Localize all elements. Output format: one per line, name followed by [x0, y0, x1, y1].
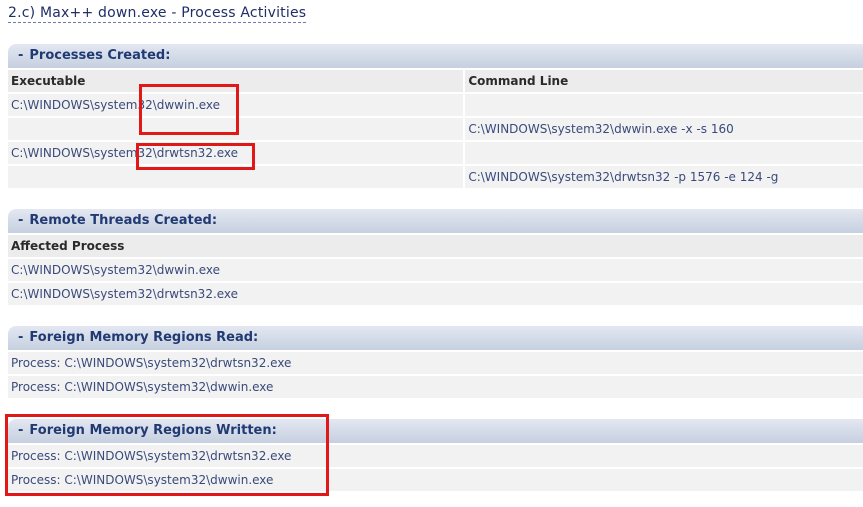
process-cell: Process: C:\WINDOWS\system32\drwtsn32.ex… — [11, 356, 292, 370]
remote-threads-section: - Remote Threads Created: Affected Proces… — [8, 209, 863, 305]
section-title: Processes Created: — [29, 48, 171, 63]
table-header-row: Affected Process — [8, 235, 863, 257]
header-dash: - — [18, 330, 24, 345]
table-row: C:\WINDOWS\system32\dwwin.exe — [8, 259, 863, 281]
table-row: C:\WINDOWS\system32\drwtsn32 -p 1576 -e … — [8, 166, 863, 188]
section-header: - Processes Created: — [8, 44, 863, 68]
table-row: C:\WINDOWS\system32\dwwin.exe -x -s 160 — [8, 118, 863, 140]
memory-written-section: - Foreign Memory Regions Written: Process… — [8, 419, 863, 491]
affected-process-cell: C:\WINDOWS\system32\dwwin.exe — [11, 263, 221, 277]
section-header: - Foreign Memory Regions Read: — [8, 326, 863, 350]
command-line-cell — [463, 94, 863, 116]
table-row: Process: C:\WINDOWS\system32\drwtsn32.ex… — [8, 445, 863, 467]
table-header-row: Executable Command Line — [8, 70, 863, 92]
process-cell: Process: C:\WINDOWS\system32\drwtsn32.ex… — [11, 449, 292, 463]
table-row: Process: C:\WINDOWS\system32\dwwin.exe — [8, 469, 863, 491]
executable-cell: C:\WINDOWS\system32\drwtsn32.exe — [11, 146, 239, 160]
command-line-cell: C:\WINDOWS\system32\drwtsn32 -p 1576 -e … — [463, 166, 863, 188]
column-header-command-line: Command Line — [463, 70, 863, 92]
column-header-affected-process: Affected Process — [11, 239, 125, 253]
table-row: C:\WINDOWS\system32\dwwin.exe — [8, 94, 863, 116]
command-line-cell: C:\WINDOWS\system32\dwwin.exe -x -s 160 — [463, 118, 863, 140]
table-row: C:\WINDOWS\system32\drwtsn32.exe — [8, 283, 863, 305]
section-header: - Foreign Memory Regions Written: — [8, 419, 863, 443]
table-row: Process: C:\WINDOWS\system32\drwtsn32.ex… — [8, 352, 863, 374]
header-dash: - — [18, 48, 24, 63]
executable-cell — [8, 118, 463, 140]
command-line-cell — [463, 142, 863, 164]
process-cell: Process: C:\WINDOWS\system32\dwwin.exe — [11, 380, 274, 394]
column-header-executable: Executable — [11, 74, 86, 88]
section-title: Foreign Memory Regions Read: — [29, 330, 259, 345]
header-dash: - — [18, 423, 24, 438]
process-cell: Process: C:\WINDOWS\system32\dwwin.exe — [11, 473, 274, 487]
section-header: - Remote Threads Created: — [8, 209, 863, 233]
executable-cell: C:\WINDOWS\system32\dwwin.exe — [11, 98, 221, 112]
executable-cell — [8, 166, 463, 188]
page-title: 2.c) Max++ down.exe - Process Activities — [8, 5, 307, 23]
memory-read-section: - Foreign Memory Regions Read: Process: C… — [8, 326, 863, 398]
section-title: Foreign Memory Regions Written: — [29, 423, 277, 438]
section-title: Remote Threads Created: — [29, 213, 218, 228]
header-dash: - — [18, 213, 24, 228]
processes-created-section: - Processes Created: Executable Command L… — [8, 44, 863, 188]
affected-process-cell: C:\WINDOWS\system32\drwtsn32.exe — [11, 287, 239, 301]
table-row: Process: C:\WINDOWS\system32\dwwin.exe — [8, 376, 863, 398]
table-row: C:\WINDOWS\system32\drwtsn32.exe — [8, 142, 863, 164]
